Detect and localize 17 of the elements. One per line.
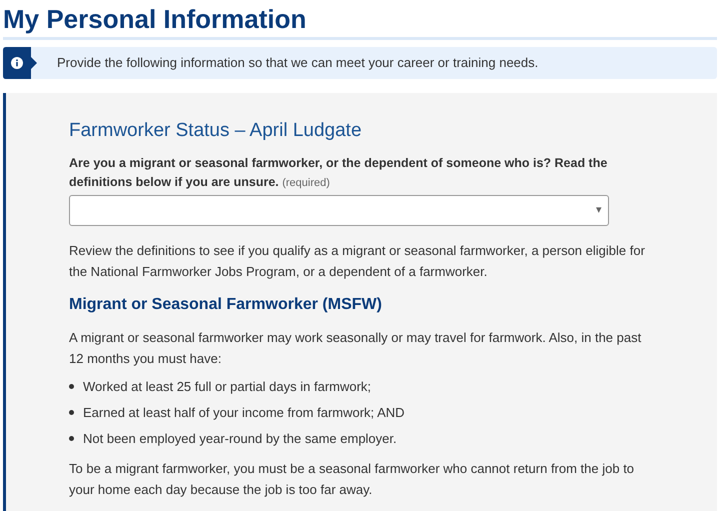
info-icon: [11, 57, 23, 69]
bullet-icon: [69, 436, 74, 441]
page-title: My Personal Information: [3, 3, 306, 36]
intro-paragraph: Review the definitions to see if you qualify as a migrant or seasonal farmworker, a person eligible for the National Farmworker Jobs Program, or a dependent of a farmworker.: [69, 242, 646, 281]
definition-paragraph: A migrant or seasonal farmworker may work seasonally or may travel for farmwork. Also, in the past 12 months you must have:: [69, 329, 642, 368]
closing-paragraph: To be a migrant farmworker, you must be a seasonal farmworker who cannot return from the job to your home each day because the job is too far away.: [69, 460, 636, 499]
subsection-heading: Migrant or Seasonal Farmworker (MSFW): [69, 295, 382, 315]
bullet-icon: [69, 384, 74, 389]
bullet-text: Worked at least 25 full or partial days in farmwork;: [83, 378, 372, 396]
caret-icon: ▾: [596, 202, 602, 219]
status-select[interactable]: ▾: [69, 195, 609, 226]
bullet-icon: [69, 410, 74, 415]
question-label: Are you a migrant or seasonal farmworker, or the dependent of someone who is? Read the definitions below if you are unsure. (required): [69, 155, 608, 191]
section-title: Farmworker Status – April Ludgate: [69, 119, 362, 143]
info-text: Provide the following information so that we can meet your career or training needs.: [57, 54, 538, 72]
bullet-text: Not been employed year-round by the same employer.: [83, 430, 397, 448]
bullet-text: Earned at least half of your income from farmwork; AND: [83, 404, 405, 422]
